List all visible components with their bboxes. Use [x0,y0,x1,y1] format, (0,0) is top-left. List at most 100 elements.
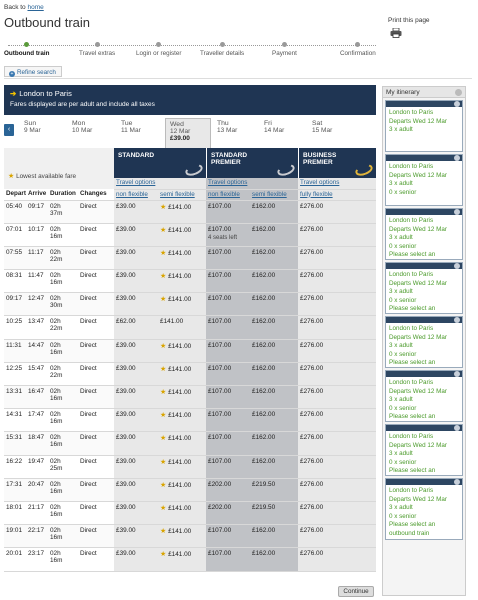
fare-bus-fully-flexible[interactable]: £276.00 [298,455,377,479]
fare-std-non-flexible[interactable]: £39.00 [114,269,159,294]
fare-bus-fully-flexible[interactable]: £276.00 [298,269,377,294]
collapse-icon[interactable] [454,101,460,107]
fare-std-semi-flexible[interactable]: ★ £141.00 [158,431,207,456]
fare-prem-semi-flexible[interactable]: £162.00 [250,269,299,294]
fare-prem-semi-flexible[interactable]: £162.00 [250,431,299,456]
fare-bus-fully-flexible[interactable]: £276.00 [298,362,377,387]
col-std-non-flexible[interactable]: non flexible [114,189,159,201]
col-prem-non-flexible[interactable]: non flexible [206,189,251,201]
collapse-icon[interactable] [454,317,460,323]
fare-prem-semi-flexible[interactable]: £162.00 [250,292,299,317]
fare-prem-non-flexible[interactable]: £107.00 [206,524,251,549]
refine-search-button[interactable]: + Refine search [4,66,62,77]
travel-options-business[interactable]: Travel options [300,179,339,186]
fare-std-semi-flexible[interactable]: £141.00 [158,315,207,340]
fare-std-non-flexible[interactable]: £62.00 [114,315,159,340]
fare-bus-fully-flexible[interactable]: £276.00 [298,200,377,224]
fare-std-semi-flexible[interactable]: ★ £141.00 [158,269,207,294]
fare-std-semi-flexible[interactable]: ★ £141.00 [158,455,207,479]
continue-button[interactable]: Continue [338,586,374,597]
fare-prem-semi-flexible[interactable]: £162.00 [250,455,299,479]
printer-icon[interactable] [390,28,402,38]
fare-prem-semi-flexible[interactable]: £162.00 [250,547,299,572]
fare-std-non-flexible[interactable]: £39.00 [114,385,159,410]
fare-std-non-flexible[interactable]: £39.00 [114,478,159,502]
fare-prem-non-flexible[interactable]: £107.00 [206,292,251,317]
fare-bus-fully-flexible[interactable]: £276.00 [298,339,377,363]
fare-prem-non-flexible[interactable]: £107.00 [206,547,251,572]
collapse-icon[interactable] [454,479,460,485]
date-tue[interactable]: Tue 11 Mar [121,120,141,134]
fare-std-non-flexible[interactable]: £39.00 [114,524,159,549]
fare-bus-fully-flexible[interactable]: £276.00 [298,547,377,572]
fare-prem-semi-flexible[interactable]: £162.00 [250,223,299,247]
fare-prem-non-flexible[interactable]: £107.00 [206,200,251,224]
fare-prem-non-flexible[interactable]: £107.00 [206,362,251,387]
fare-prem-non-flexible[interactable]: £107.00 [206,431,251,456]
fare-prem-semi-flexible[interactable]: £162.00 [250,408,299,433]
fare-std-non-flexible[interactable]: £39.00 [114,431,159,456]
fare-std-non-flexible[interactable]: £39.00 [114,455,159,479]
fare-prem-semi-flexible[interactable]: £162.00 [250,362,299,387]
fare-bus-fully-flexible[interactable]: £276.00 [298,501,377,526]
home-link[interactable]: home [27,4,43,11]
fare-prem-non-flexible[interactable]: £107.00 [206,246,251,271]
fare-std-semi-flexible[interactable]: ★ £141.00 [158,339,207,363]
fare-prem-non-flexible[interactable]: £107.00 [206,339,251,363]
fare-std-semi-flexible[interactable]: ★ £141.00 [158,223,207,247]
chevron-left-icon[interactable]: ‹ [4,124,14,136]
fare-prem-non-flexible[interactable]: £107.00 4 seats left [206,223,251,247]
fare-bus-fully-flexible[interactable]: £276.00 [298,431,377,456]
fare-std-non-flexible[interactable]: £39.00 [114,339,159,363]
col-std-semi-flexible[interactable]: semi flexible [158,189,207,201]
fare-prem-non-flexible[interactable]: £107.00 [206,455,251,479]
fare-bus-fully-flexible[interactable]: £276.00 [298,524,377,549]
fare-prem-non-flexible[interactable]: £107.00 [206,269,251,294]
col-bus-fully-flexible[interactable]: fully flexible [298,189,377,201]
fare-std-semi-flexible[interactable]: ★ £141.00 [158,501,207,526]
date-thu[interactable]: Thu 13 Mar [217,120,237,134]
collapse-icon[interactable] [455,89,462,96]
fare-prem-semi-flexible[interactable]: £162.00 [250,246,299,271]
fare-prem-semi-flexible[interactable]: £219.50 [250,478,299,502]
collapse-icon[interactable] [454,209,460,215]
fare-std-semi-flexible[interactable]: ★ £141.00 [158,200,207,224]
date-fri[interactable]: Fri 14 Mar [264,120,284,134]
fare-std-non-flexible[interactable]: £39.00 [114,200,159,224]
fare-prem-non-flexible[interactable]: £107.00 [206,315,251,340]
fare-bus-fully-flexible[interactable]: £276.00 [298,315,377,340]
fare-prem-semi-flexible[interactable]: £162.00 [250,339,299,363]
fare-std-semi-flexible[interactable]: ★ £141.00 [158,385,207,410]
fare-prem-semi-flexible[interactable]: £162.00 [250,385,299,410]
fare-std-semi-flexible[interactable]: ★ £141.00 [158,524,207,549]
fare-bus-fully-flexible[interactable]: £276.00 [298,246,377,271]
fare-std-non-flexible[interactable]: £39.00 [114,223,159,247]
fare-bus-fully-flexible[interactable]: £276.00 [298,408,377,433]
date-sun[interactable]: Sun 9 Mar [24,120,41,134]
fare-std-non-flexible[interactable]: £39.00 [114,501,159,526]
fare-bus-fully-flexible[interactable]: £276.00 [298,385,377,410]
fare-prem-semi-flexible[interactable]: £219.50 [250,501,299,526]
collapse-icon[interactable] [454,425,460,431]
fare-prem-semi-flexible[interactable]: £162.00 [250,200,299,224]
fare-std-non-flexible[interactable]: £39.00 [114,292,159,317]
fare-std-semi-flexible[interactable]: ★ £141.00 [158,547,207,572]
fare-prem-non-flexible[interactable]: £107.00 [206,385,251,410]
fare-std-semi-flexible[interactable]: ★ £141.00 [158,478,207,502]
date-mon[interactable]: Mon 10 Mar [72,120,92,134]
fare-prem-non-flexible[interactable]: £202.00 [206,501,251,526]
fare-prem-semi-flexible[interactable]: £162.00 [250,315,299,340]
fare-prem-non-flexible[interactable]: £202.00 [206,478,251,502]
collapse-icon[interactable] [454,155,460,161]
fare-bus-fully-flexible[interactable]: £276.00 [298,478,377,502]
col-prem-semi-flexible[interactable]: semi flexible [250,189,299,201]
fare-bus-fully-flexible[interactable]: £276.00 [298,223,377,247]
fare-prem-semi-flexible[interactable]: £162.00 [250,524,299,549]
collapse-icon[interactable] [454,263,460,269]
print-link[interactable]: Print this page [388,17,430,24]
fare-std-semi-flexible[interactable]: ★ £141.00 [158,362,207,387]
fare-prem-non-flexible[interactable]: £107.00 [206,408,251,433]
fare-std-non-flexible[interactable]: £39.00 [114,408,159,433]
fare-std-semi-flexible[interactable]: ★ £141.00 [158,408,207,433]
fare-std-semi-flexible[interactable]: ★ £141.00 [158,246,207,271]
